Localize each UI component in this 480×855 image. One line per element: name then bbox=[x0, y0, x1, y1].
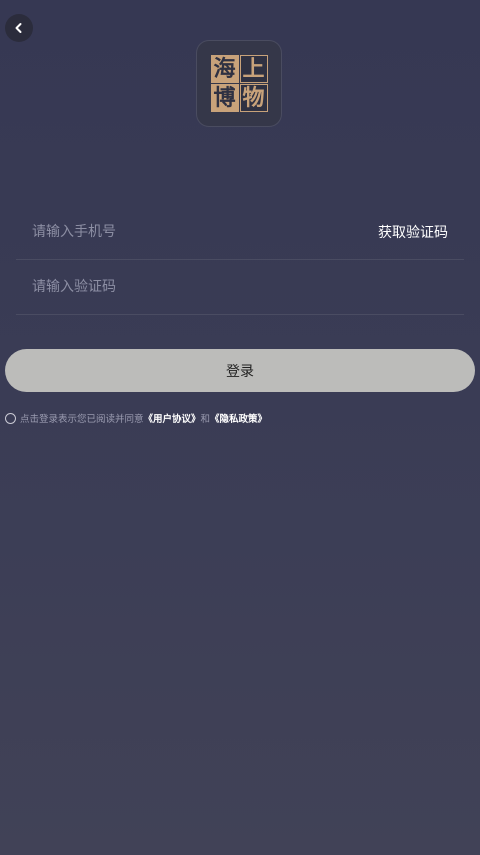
agreement-text: 点击登录表示您已阅读并同意 bbox=[20, 414, 144, 425]
chevron-left-icon bbox=[15, 23, 22, 33]
code-row bbox=[16, 260, 464, 315]
login-button[interactable]: 登录 bbox=[5, 349, 475, 392]
agreement-and-text: 和 bbox=[200, 414, 211, 425]
privacy-policy-link[interactable]: 《隐私政策》 bbox=[210, 411, 267, 425]
phone-row: 获取验证码 bbox=[16, 205, 464, 260]
logo-char: 海 bbox=[210, 55, 239, 83]
logo-char: 博 bbox=[210, 84, 239, 112]
phone-input[interactable] bbox=[16, 223, 378, 241]
logo-grid: 海 上 博 物 bbox=[210, 55, 268, 112]
app-logo: 海 上 博 物 bbox=[197, 41, 281, 126]
agree-radio[interactable] bbox=[5, 412, 16, 424]
get-code-button[interactable]: 获取验证码 bbox=[378, 222, 448, 242]
logo-char: 物 bbox=[239, 84, 268, 112]
back-button[interactable] bbox=[5, 14, 33, 42]
user-agreement-link[interactable]: 《用户协议》 bbox=[144, 411, 201, 425]
agreement-row: 点击登录表示您已阅读并同意 《用户协议》 和 《隐私政策》 bbox=[5, 411, 267, 425]
logo-char: 上 bbox=[239, 55, 268, 83]
verification-code-input[interactable] bbox=[16, 278, 464, 296]
